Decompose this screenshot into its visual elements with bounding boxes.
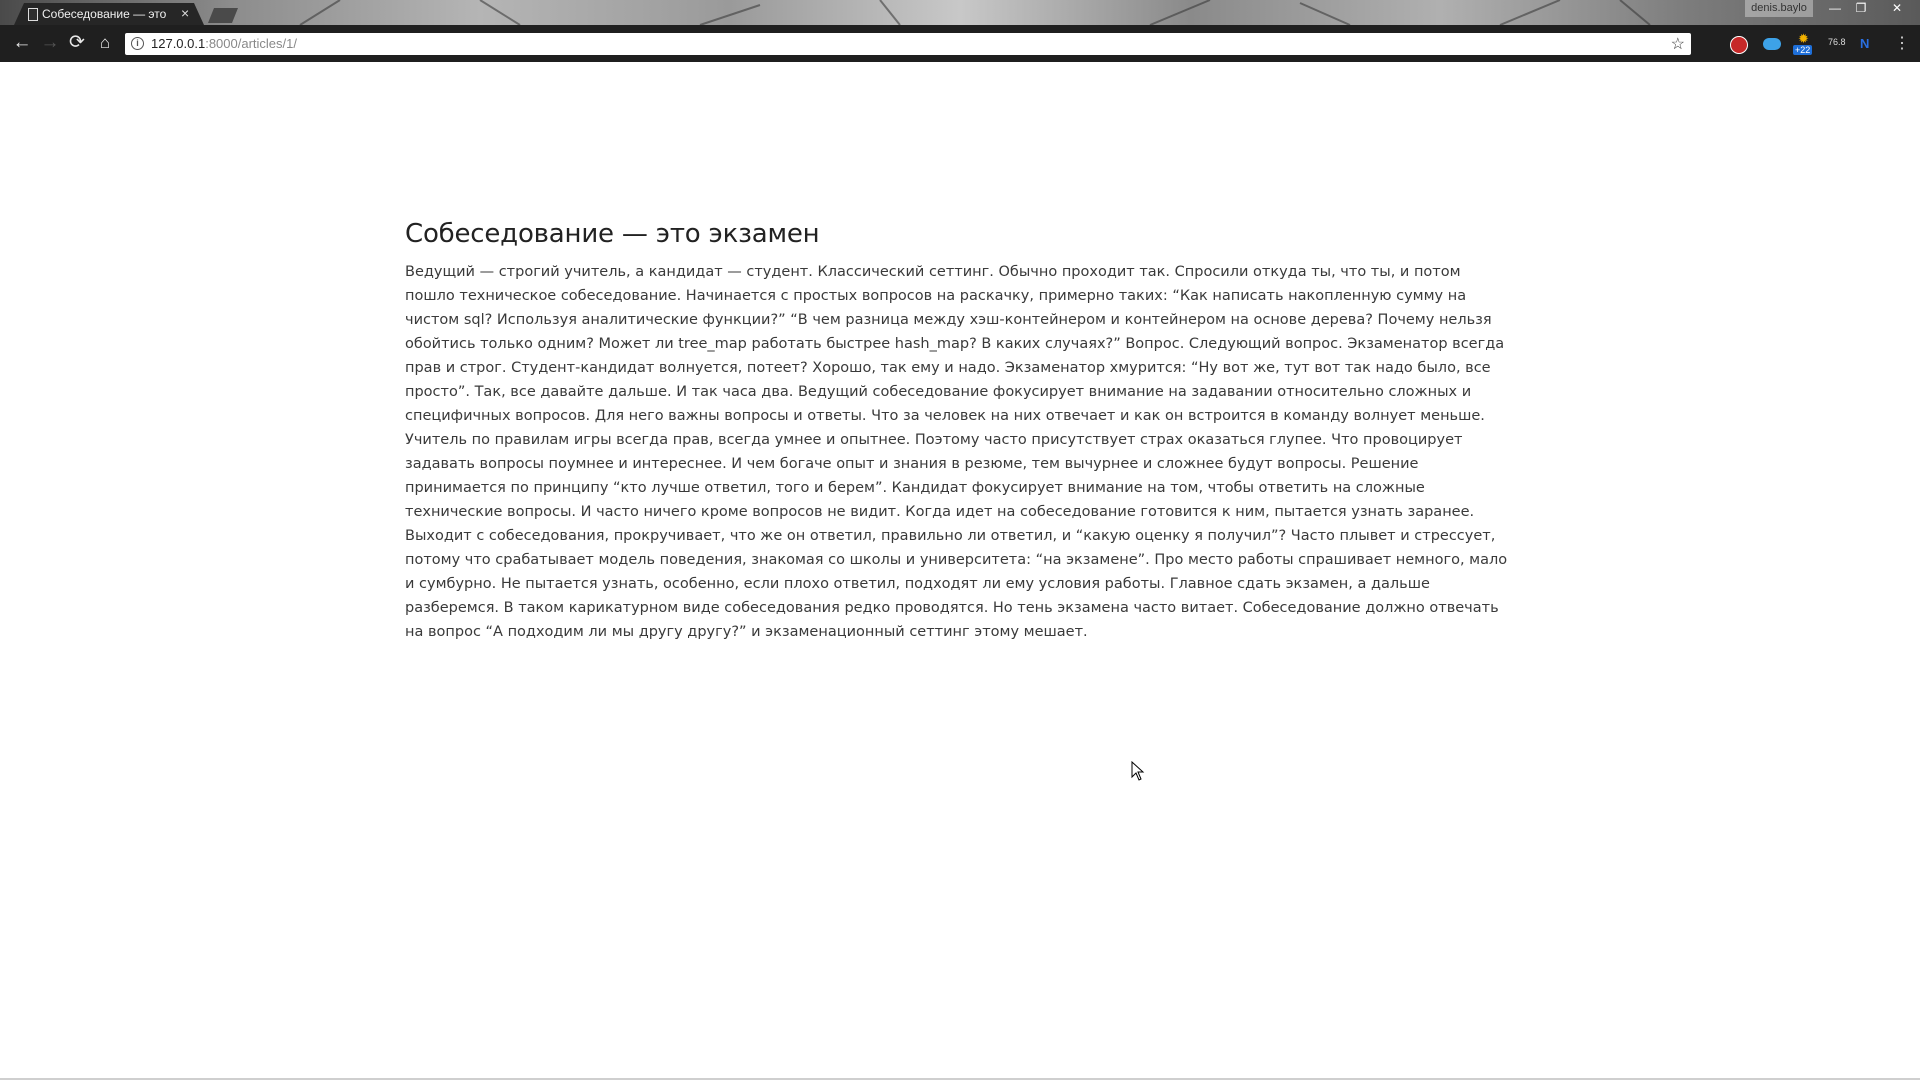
- window-minimize-button[interactable]: —: [1822, 0, 1848, 17]
- browser-tab-active[interactable]: Собеседование — это ×: [14, 3, 204, 25]
- weather-badge: +22: [1793, 45, 1813, 55]
- background-branches-image: [299, 0, 1651, 25]
- url-path: :8000/articles/1/: [205, 36, 297, 51]
- article: Собеседование — это экзамен Ведущий — ст…: [405, 212, 1513, 644]
- browser-menu-icon[interactable]: ⋮: [1894, 33, 1910, 53]
- browser-toolbar: ← → ⟳ ⌂ i 127.0.0.1:8000/articles/1/ ☆ ✹…: [0, 25, 1920, 62]
- mouse-cursor-icon: [1131, 761, 1145, 781]
- extension-temperature[interactable]: 76.8: [1828, 37, 1854, 53]
- reload-icon[interactable]: ⟳: [65, 31, 89, 55]
- tab-title: Собеседование — это: [42, 7, 167, 21]
- tab-close-icon[interactable]: ×: [181, 5, 189, 21]
- back-arrow-icon[interactable]: ←: [10, 31, 34, 55]
- page-icon: [28, 8, 38, 21]
- address-bar[interactable]: i 127.0.0.1:8000/articles/1/ ☆: [125, 33, 1691, 55]
- window-close-button[interactable]: ✕: [1880, 0, 1914, 17]
- home-icon[interactable]: ⌂: [93, 31, 117, 55]
- forward-arrow-icon[interactable]: →: [38, 31, 62, 55]
- window-titlebar: Собеседование — это × denis.baylo — ❐ ✕: [0, 0, 1920, 25]
- extension-cloud-icon[interactable]: [1763, 38, 1781, 50]
- site-info-icon[interactable]: i: [131, 37, 144, 50]
- window-restore-button[interactable]: ❐: [1848, 0, 1874, 17]
- extension-weather-icon[interactable]: ✹ +22: [1793, 31, 1815, 55]
- extension-red-icon[interactable]: [1730, 36, 1748, 54]
- article-title: Собеседование — это экзамен: [405, 219, 820, 249]
- url-text[interactable]: 127.0.0.1:8000/articles/1/: [151, 36, 297, 51]
- extension-n-icon[interactable]: N: [1860, 36, 1876, 52]
- profile-button[interactable]: denis.baylo: [1745, 0, 1813, 17]
- url-host: 127.0.0.1: [151, 36, 206, 51]
- article-body: Ведущий — строгий учитель, а кандидат — …: [405, 264, 1508, 640]
- bookmark-star-icon[interactable]: ☆: [1671, 34, 1685, 54]
